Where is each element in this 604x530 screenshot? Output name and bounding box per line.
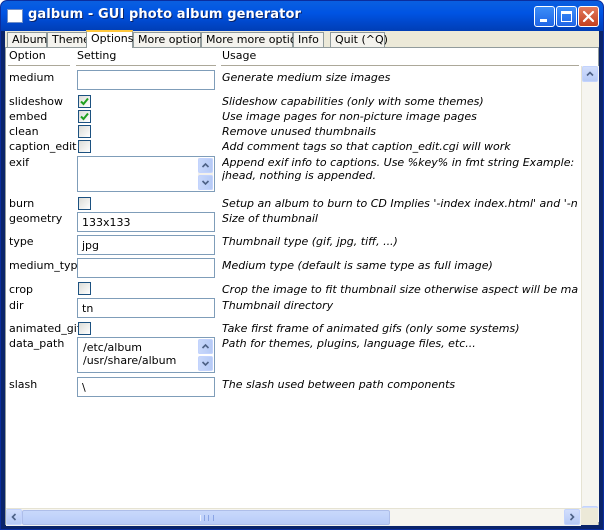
tab-info[interactable]: Info — [293, 32, 324, 47]
option-label-animated-gifs: animated_gifs — [9, 322, 87, 335]
option-label-dir: dir — [9, 299, 24, 312]
usage-slideshow: Slideshow capabilities (only with some t… — [222, 95, 484, 108]
type-input[interactable]: jpg — [77, 235, 215, 255]
arrow-up-icon — [586, 71, 594, 77]
usage-crop: Crop the image to fit thumbnail size oth… — [222, 283, 578, 296]
option-label-slash: slash — [9, 378, 38, 391]
title-bar[interactable]: galbum - GUI photo album generator — [1, 1, 603, 31]
maximize-icon — [561, 11, 572, 22]
header-divider — [221, 65, 579, 66]
scroll-left-button[interactable] — [6, 509, 22, 525]
column-header-usage: Usage — [222, 49, 257, 62]
exif-scroll-up-button[interactable] — [198, 158, 213, 173]
medium-input[interactable] — [77, 70, 215, 90]
usage-geometry: Size of thumbnail — [222, 212, 318, 225]
burn-checkbox[interactable] — [78, 197, 91, 210]
usage-exif-line2: jhead, nothing is appended. — [222, 169, 376, 182]
header-divider — [8, 65, 70, 66]
column-header-setting: Setting — [77, 49, 117, 62]
slash-input[interactable]: \ — [77, 377, 215, 397]
option-label-caption-edit: caption_edit — [9, 140, 77, 153]
tab-theme[interactable]: Theme — [47, 32, 90, 47]
scrollbar-corner — [581, 508, 598, 525]
data-path-textarea[interactable]: /etc/album /usr/share/album — [77, 337, 215, 373]
option-label-exif: exif — [9, 156, 30, 169]
usage-type: Thumbnail type (gif, jpg, tiff, ...) — [222, 235, 398, 248]
usage-animated-gifs: Take first frame of animated gifs (only … — [222, 322, 520, 335]
close-icon — [582, 10, 595, 23]
geometry-input[interactable]: 133x133 — [77, 212, 215, 232]
data-path-scroll-up-button[interactable] — [198, 339, 213, 354]
data-path-scroll-down-button[interactable] — [198, 356, 213, 371]
header-divider — [76, 65, 216, 66]
option-label-medium: medium — [9, 71, 55, 84]
arrow-down-icon — [201, 361, 210, 367]
usage-embed: Use image pages for non-picture image pa… — [222, 110, 477, 123]
tab-more-options[interactable]: More options — [133, 32, 209, 47]
data-path-line: /etc/album — [83, 341, 143, 354]
usage-exif-line1: Append exif info to captions. Use %key% … — [222, 156, 578, 169]
client-area: Album Theme Options More options More mo… — [5, 30, 599, 526]
caption-edit-checkbox[interactable] — [78, 140, 91, 153]
option-label-clean: clean — [9, 125, 39, 138]
arrow-down-icon — [201, 180, 210, 186]
clean-checkbox[interactable] — [78, 125, 91, 138]
usage-medium: Generate medium size images — [222, 71, 391, 84]
option-label-data-path: data_path — [9, 337, 65, 350]
arrow-left-icon — [11, 513, 17, 521]
exif-textarea[interactable] — [77, 156, 215, 192]
usage-burn: Setup an album to burn to CD Implies '-i… — [222, 197, 578, 210]
horizontal-scrollbar[interactable] — [6, 508, 581, 526]
usage-slash: The slash used between path components — [222, 378, 456, 391]
dir-input[interactable]: tn — [77, 298, 215, 318]
window-title: galbum - GUI photo album generator — [28, 7, 302, 22]
close-button[interactable] — [578, 6, 599, 27]
option-label-embed: embed — [9, 110, 48, 123]
option-label-medium-type: medium_type — [9, 259, 85, 272]
option-label-crop: crop — [9, 283, 34, 296]
minimize-button[interactable] — [534, 6, 555, 27]
column-header-option: Option — [9, 49, 46, 62]
scroll-grip — [200, 515, 214, 521]
checkmark-icon — [80, 112, 89, 121]
crop-checkbox[interactable] — [78, 282, 91, 295]
medium-type-input[interactable] — [77, 258, 215, 278]
usage-dir: Thumbnail directory — [222, 299, 334, 312]
embed-checkbox[interactable] — [78, 110, 91, 123]
usage-clean: Remove unused thumbnails — [222, 125, 377, 138]
usage-caption-edit: Add comment tags so that caption_edit.cg… — [222, 140, 511, 153]
tab-options[interactable]: Options — [86, 30, 133, 48]
usage-data-path: Path for themes, plugins, language files… — [222, 337, 476, 350]
tab-quit[interactable]: Quit (^Q) — [330, 32, 388, 47]
scroll-right-button[interactable] — [564, 509, 580, 525]
arrow-up-icon — [201, 343, 210, 349]
option-label-geometry: geometry — [9, 212, 63, 225]
exif-scroll-down-button[interactable] — [198, 175, 213, 190]
tab-more-more-options[interactable]: More more options — [201, 32, 309, 47]
app-icon — [7, 9, 23, 23]
options-panel: Option Setting Usage medium Generate med… — [5, 47, 599, 526]
scroll-up-button[interactable] — [582, 66, 598, 82]
data-path-line: /usr/share/album — [83, 354, 177, 367]
app-window: galbum - GUI photo album generator Album… — [0, 0, 604, 530]
horizontal-scroll-thumb[interactable] — [22, 510, 390, 525]
tab-album[interactable]: Album — [7, 32, 47, 47]
checkmark-icon — [80, 97, 89, 106]
animated-gifs-checkbox[interactable] — [78, 322, 91, 335]
vertical-scrollbar[interactable] — [581, 66, 599, 522]
option-label-slideshow: slideshow — [9, 95, 64, 108]
tab-strip: Album Theme Options More options More mo… — [5, 30, 599, 48]
arrow-right-icon — [569, 513, 575, 521]
slideshow-checkbox[interactable] — [78, 95, 91, 108]
maximize-button[interactable] — [556, 6, 577, 27]
usage-medium-type: Medium type (default is same type as ful… — [222, 259, 493, 272]
option-label-type: type — [9, 235, 34, 248]
minimize-icon — [540, 19, 547, 22]
arrow-up-icon — [201, 162, 210, 168]
option-label-burn: burn — [9, 197, 35, 210]
